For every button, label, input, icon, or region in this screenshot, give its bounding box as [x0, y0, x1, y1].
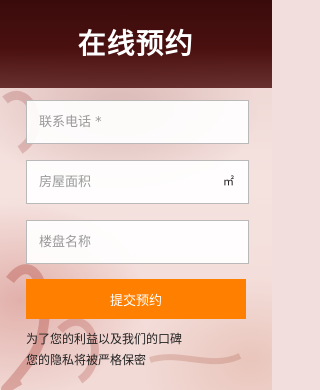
submit-button[interactable]: 提交预约	[26, 279, 246, 319]
property-name-field-box	[26, 220, 249, 264]
phone-input[interactable]	[27, 101, 248, 143]
booking-page: 在线预约 ㎡ 提交预约 为了您的利益以及我们的口碑 您的隐私将被严格保密	[0, 0, 272, 390]
privacy-note-line-2: 您的隐私将被严格保密	[26, 353, 147, 367]
privacy-note-line-1: 为了您的利益以及我们的口碑	[26, 332, 183, 346]
area-unit: ㎡	[223, 175, 234, 188]
area-field-box: ㎡	[26, 160, 249, 204]
phone-field-box	[26, 100, 249, 144]
booking-form: ㎡ 提交预约	[26, 100, 249, 319]
header-banner: 在线预约	[0, 0, 272, 88]
privacy-note: 为了您的利益以及我们的口碑 您的隐私将被严格保密	[26, 329, 256, 371]
page-title: 在线预约	[77, 27, 194, 60]
area-input[interactable]	[27, 161, 248, 203]
property-name-input[interactable]	[27, 221, 248, 263]
